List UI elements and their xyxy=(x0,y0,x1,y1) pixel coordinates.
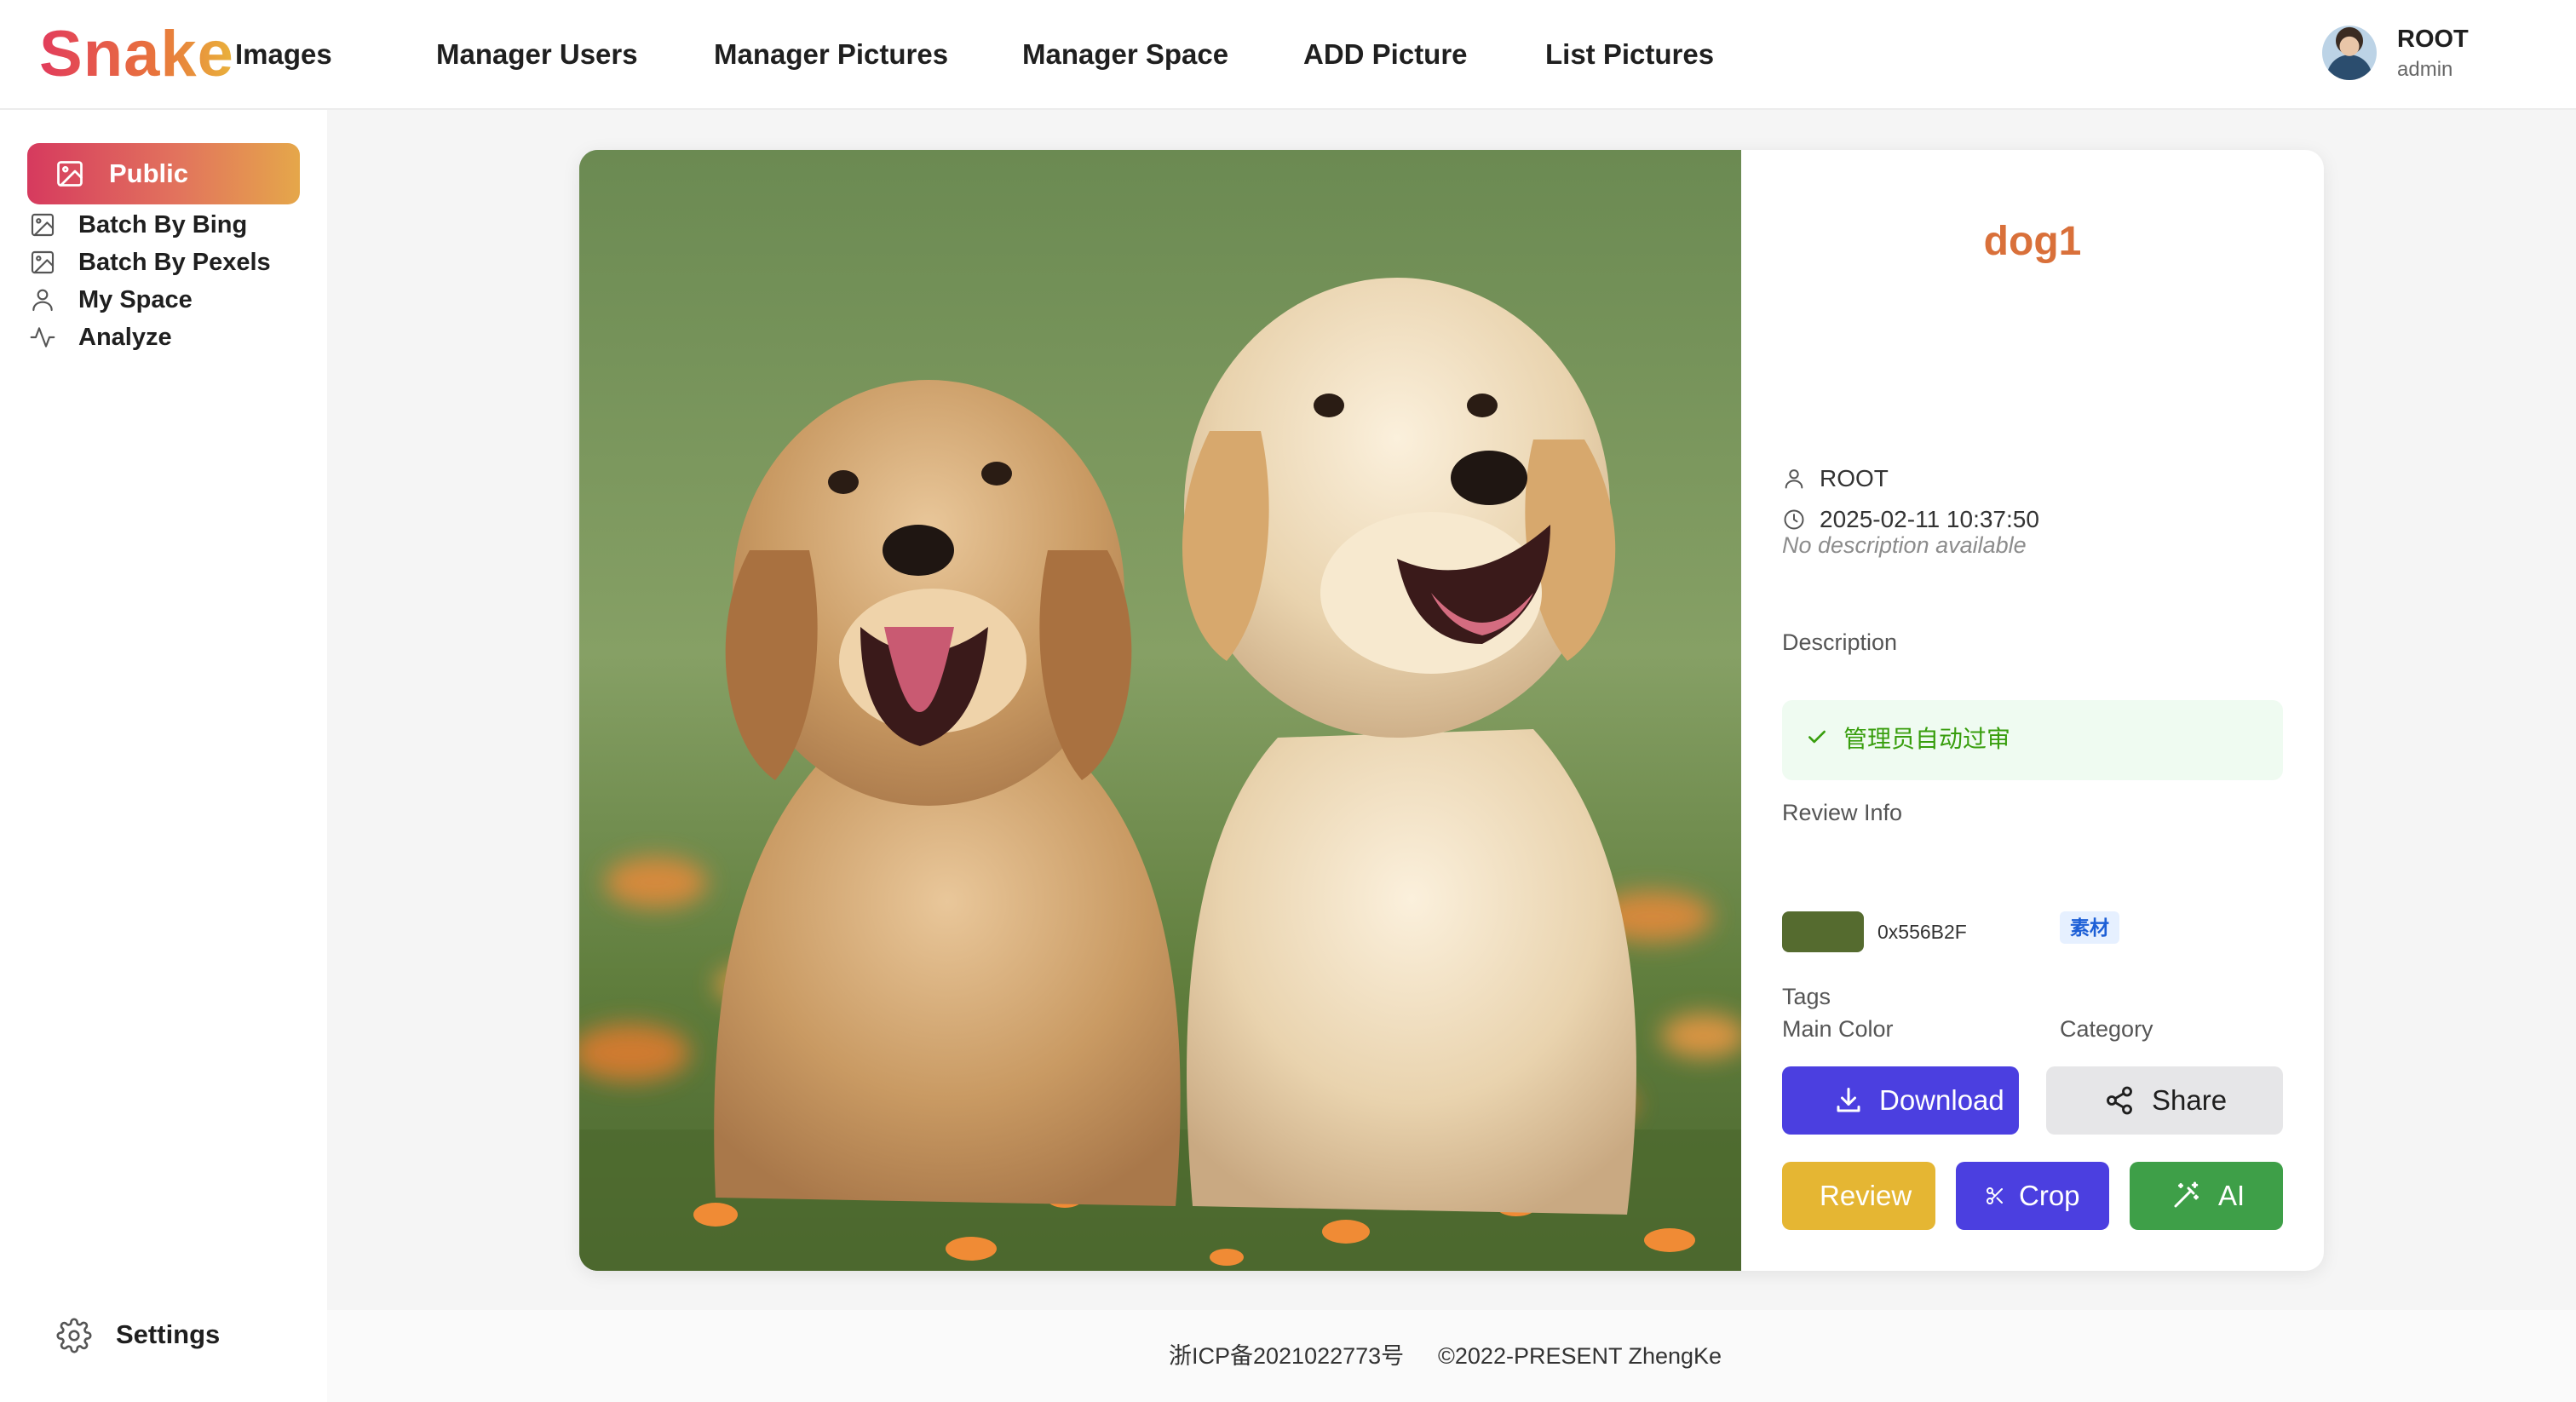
share-icon xyxy=(2107,1086,2132,1115)
magic-wand-icon xyxy=(2174,1181,2199,1208)
sidebar-item-my-space[interactable]: My Space xyxy=(27,281,300,319)
ai-label: AI xyxy=(2218,1180,2245,1211)
tags-label: Tags xyxy=(1782,984,1831,1009)
user-role: admin xyxy=(2397,58,2453,81)
sidebar-item-analyze[interactable]: Analyze xyxy=(27,319,300,356)
main-color-swatch xyxy=(1782,911,1864,952)
image-icon xyxy=(31,213,55,237)
image-icon xyxy=(57,161,83,187)
sidebar-item-batch-by-bing[interactable]: Batch By Bing xyxy=(27,206,300,244)
download-label: Download xyxy=(1879,1084,2004,1116)
crop-button[interactable]: Crop xyxy=(1956,1162,2109,1230)
copyright-text: ©2022-PRESENT ZhengKe xyxy=(1438,1343,1722,1369)
picture-image[interactable] xyxy=(579,150,1741,1271)
sidebar-item-label: Batch By Pexels xyxy=(78,249,271,276)
ai-button[interactable]: AI xyxy=(2130,1162,2283,1230)
user-icon xyxy=(32,289,53,312)
sidebar-item-public[interactable]: Public xyxy=(27,143,300,204)
footer: 浙ICP备2021022773号 ©2022-PRESENT ZhengKe xyxy=(327,1310,2576,1402)
share-label: Share xyxy=(2152,1084,2228,1116)
details-overlay: 0x556B2F 素材 Tags Download Share Review C… xyxy=(1741,150,2324,1271)
image-icon xyxy=(31,250,55,274)
puppies-illustration xyxy=(579,150,1741,1271)
settings-label: Settings xyxy=(116,1319,221,1349)
nav-list-pictures[interactable]: List Pictures xyxy=(1545,37,1714,72)
sidebar-item-batch-by-pexels[interactable]: Batch By Pexels xyxy=(27,244,300,281)
nav-manager-users[interactable]: Manager Users xyxy=(436,37,638,72)
logo-subtitle[interactable]: Images xyxy=(235,37,332,72)
sidebar: Public Batch By Bing Batch By Pexels My … xyxy=(0,110,327,1402)
scissors-icon xyxy=(1987,1187,2003,1204)
sidebar-item-label: Public xyxy=(109,158,189,188)
top-header: Snake Images Manager Users Manager Pictu… xyxy=(0,0,2576,110)
avatar[interactable] xyxy=(2322,26,2377,80)
category-tag[interactable]: 素材 xyxy=(2060,911,2119,944)
main-color-hex: 0x556B2F xyxy=(1877,921,1967,943)
nav-manager-space[interactable]: Manager Space xyxy=(1022,37,1228,72)
icp-link[interactable]: 浙ICP备2021022773号 xyxy=(1169,1339,1404,1373)
activity-icon xyxy=(30,327,55,348)
gear-icon xyxy=(56,1318,92,1353)
logo[interactable]: Snake xyxy=(39,19,234,90)
sidebar-item-label: Batch By Bing xyxy=(78,211,248,238)
download-icon xyxy=(1837,1088,1860,1112)
sidebar-item-label: My Space xyxy=(78,286,193,313)
user-name: ROOT xyxy=(2397,26,2469,53)
share-button[interactable]: Share xyxy=(2046,1066,2283,1135)
nav-manager-pictures[interactable]: Manager Pictures xyxy=(714,37,948,72)
review-label: Review xyxy=(1820,1180,1912,1211)
sidebar-item-label: Analyze xyxy=(78,324,172,351)
review-button[interactable]: Review xyxy=(1782,1162,1935,1230)
download-button[interactable]: Download xyxy=(1782,1066,2019,1135)
nav-add-picture[interactable]: ADD Picture xyxy=(1303,37,1468,72)
crop-label: Crop xyxy=(2019,1180,2080,1211)
